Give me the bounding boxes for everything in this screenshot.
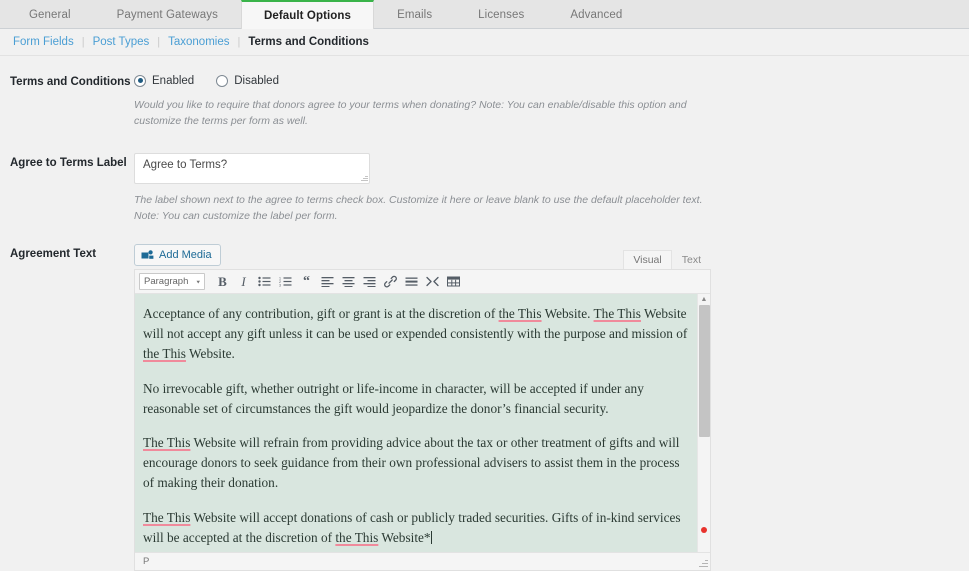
spellcheck-text-run: the This: [499, 306, 542, 321]
label-agreement-text: Agreement Text: [0, 244, 134, 571]
editor-media-bar: Add Media Visual Text: [134, 244, 711, 269]
add-media-label: Add Media: [159, 249, 212, 261]
distraction-free-icon[interactable]: [423, 272, 442, 291]
media-icon: [141, 249, 154, 262]
spellcheck-text-run: The This: [594, 306, 641, 321]
textarea-resize-grip[interactable]: [360, 174, 368, 182]
radio-enabled[interactable]: [134, 75, 146, 87]
row-agree-to-terms-label: Agree to Terms Label The label shown nex…: [0, 130, 969, 225]
editor-resize-grip[interactable]: [698, 558, 708, 568]
align-left-icon[interactable]: [318, 272, 337, 291]
text-run: Website*: [378, 530, 430, 545]
text-run: Website will refrain from providing advi…: [143, 435, 680, 490]
settings-tab-bar: General Payment Gateways Default Options…: [0, 0, 969, 29]
tab-emails-label: Emails: [397, 9, 432, 21]
tab-licenses[interactable]: Licenses: [455, 0, 547, 29]
editor-tab-text[interactable]: Text: [672, 250, 711, 269]
numbered-list-icon[interactable]: 123: [276, 272, 295, 291]
editor-rich-text[interactable]: Acceptance of any contribution, gift or …: [135, 294, 710, 552]
row-agreement-text: Agreement Text Add Media: [0, 224, 969, 571]
radio-enabled-label[interactable]: Enabled: [152, 75, 194, 87]
editor-content-area[interactable]: Acceptance of any contribution, gift or …: [135, 294, 710, 552]
label-terms-and-conditions: Terms and Conditions: [0, 72, 134, 130]
bold-icon[interactable]: B: [213, 272, 232, 291]
tab-default-options[interactable]: Default Options: [241, 0, 374, 29]
editor-paragraph: The This Website will refrain from provi…: [143, 433, 688, 494]
text-run: Acceptance of any contribution, gift or …: [143, 306, 499, 321]
subnav-item-post-types[interactable]: Post Types: [93, 36, 150, 48]
editor-scrollbar-thumb[interactable]: [699, 305, 710, 437]
scroll-up-icon[interactable]: ▲: [698, 294, 710, 305]
tab-payment-gateways[interactable]: Payment Gateways: [94, 0, 241, 29]
text-run: Website.: [542, 306, 594, 321]
italic-icon[interactable]: I: [234, 272, 253, 291]
tab-general[interactable]: General: [6, 0, 94, 29]
bulleted-list-icon[interactable]: [255, 272, 274, 291]
svg-text:3: 3: [279, 284, 281, 288]
tab-advanced[interactable]: Advanced: [547, 0, 645, 29]
editor-tab-visual[interactable]: Visual: [623, 250, 671, 269]
subnav-separator: |: [82, 36, 85, 48]
link-icon[interactable]: [381, 272, 400, 291]
chevron-down-icon: ▾: [196, 278, 200, 284]
subnav-item-terms-and-conditions[interactable]: Terms and Conditions: [248, 36, 369, 48]
editor-paragraph: No irrevocable gift, whether outright or…: [143, 379, 688, 419]
text-cursor: [431, 531, 432, 544]
subnav-item-taxonomies[interactable]: Taxonomies: [168, 36, 229, 48]
spellcheck-text-run: the This: [335, 530, 378, 545]
subnav-separator: |: [157, 36, 160, 48]
tab-default-options-label: Default Options: [264, 10, 351, 22]
tab-general-label: General: [29, 9, 71, 21]
align-right-icon[interactable]: [360, 272, 379, 291]
tab-licenses-label: Licenses: [478, 9, 524, 21]
editor-mode-tabs: Visual Text: [623, 250, 711, 269]
spellcheck-text-run: The This: [143, 435, 190, 450]
align-center-icon[interactable]: [339, 272, 358, 291]
text-run: Website.: [186, 346, 235, 361]
blockquote-icon[interactable]: “: [297, 272, 316, 291]
tab-emails[interactable]: Emails: [374, 0, 455, 29]
spellcheck-text-run: The This: [143, 510, 190, 525]
radio-disabled-label[interactable]: Disabled: [234, 75, 279, 87]
editor-box: Paragraph ▾ B I 123 “: [134, 269, 711, 571]
subnav-item-form-fields[interactable]: Form Fields: [13, 36, 74, 48]
paragraph-format-value: Paragraph: [144, 276, 188, 287]
terms-enabled-radio-group: Enabled Disabled: [134, 72, 959, 89]
help-terms-and-conditions: Would you like to require that donors ag…: [134, 97, 714, 130]
editor-status-bar: P: [135, 552, 710, 570]
label-agree-to-terms: Agree to Terms Label: [0, 153, 134, 225]
agree-to-terms-input[interactable]: [134, 153, 370, 184]
row-terms-and-conditions: Terms and Conditions Enabled Disabled Wo…: [0, 56, 969, 130]
editor-toolbar: Paragraph ▾ B I 123 “: [135, 270, 710, 294]
spellcheck-text-run: the This: [143, 346, 186, 361]
tab-payment-gateways-label: Payment Gateways: [117, 9, 218, 21]
rich-text-editor: Add Media Visual Text Paragraph ▾ B: [134, 244, 711, 571]
help-agree-to-terms: The label shown next to the agree to ter…: [134, 192, 714, 225]
read-more-icon[interactable]: [402, 272, 421, 291]
text-run: No irrevocable gift, whether outright or…: [143, 381, 644, 416]
radio-disabled[interactable]: [216, 75, 228, 87]
editor-element-path: P: [143, 556, 149, 567]
add-media-button[interactable]: Add Media: [134, 244, 221, 266]
editor-paragraph: Acceptance of any contribution, gift or …: [143, 304, 688, 365]
cursor-indicator-dot: [701, 527, 707, 533]
editor-paragraph: The This Website will accept donations o…: [143, 508, 688, 548]
tab-advanced-label: Advanced: [570, 9, 622, 21]
toolbar-toggle-icon[interactable]: [444, 272, 463, 291]
editor-scrollbar[interactable]: ▲: [697, 294, 710, 552]
sub-navigation: Form Fields | Post Types | Taxonomies | …: [0, 29, 969, 56]
subnav-separator: |: [237, 36, 240, 48]
paragraph-format-select[interactable]: Paragraph ▾: [139, 273, 205, 290]
settings-form: Terms and Conditions Enabled Disabled Wo…: [0, 56, 969, 571]
